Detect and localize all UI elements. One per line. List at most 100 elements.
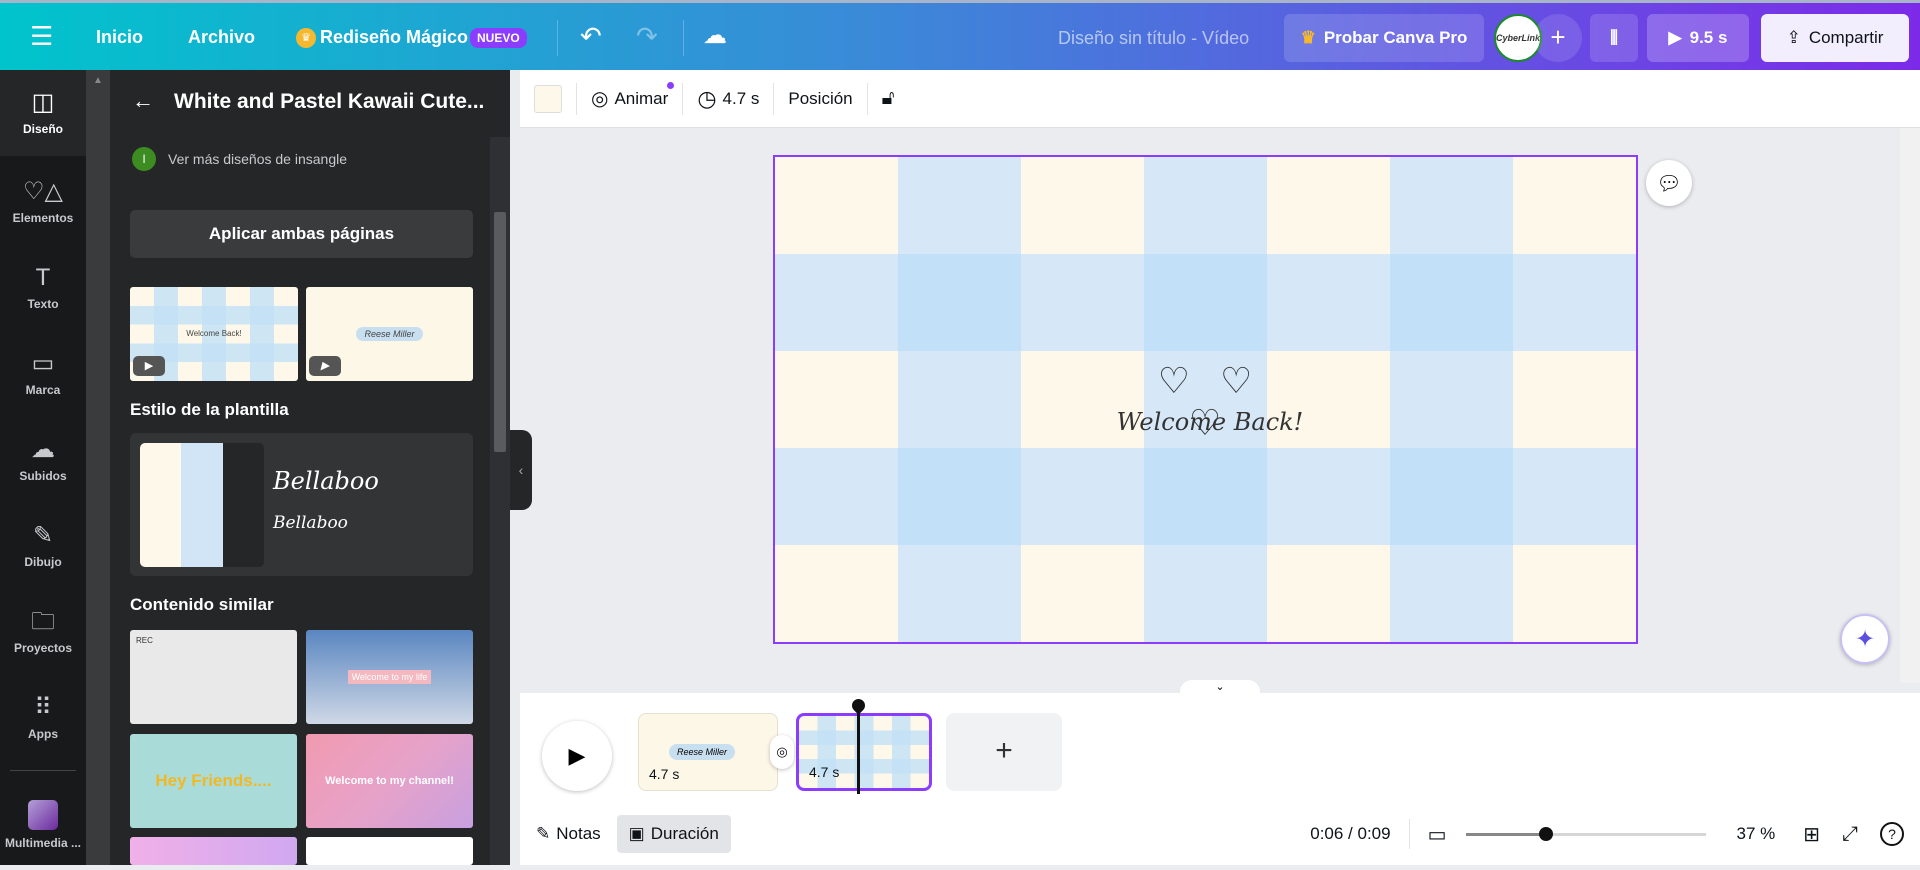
gingham-cell bbox=[1513, 157, 1636, 254]
rail-scrollbar[interactable]: ▲ bbox=[86, 70, 110, 865]
video-icon: ▶ bbox=[309, 356, 341, 376]
undo-icon[interactable]: ↶ bbox=[580, 21, 602, 52]
similar-template-2[interactable]: Welcome to my life bbox=[306, 630, 473, 724]
gingham-cell bbox=[1513, 448, 1636, 545]
shapes-icon: ♡△ bbox=[23, 178, 63, 205]
canvas-scrollbar[interactable] bbox=[1900, 128, 1920, 683]
author-link[interactable]: Ver más diseños de insangle bbox=[168, 151, 347, 167]
redo-icon[interactable]: ↷ bbox=[636, 21, 658, 52]
gingham-cell bbox=[1267, 545, 1390, 642]
crown-icon: ♛ bbox=[296, 28, 316, 48]
timeline-play-button[interactable]: ▶ bbox=[542, 721, 612, 791]
gingham-cell bbox=[1390, 351, 1513, 448]
gingham-cell bbox=[1021, 448, 1144, 545]
sidebar-item-elements[interactable]: ♡△ Elementos bbox=[0, 162, 86, 242]
gingham-cell bbox=[775, 254, 898, 351]
apply-both-pages-button[interactable]: Aplicar ambas páginas bbox=[130, 210, 473, 258]
video-icon: ▶ bbox=[133, 356, 165, 376]
lock-icon[interactable]: 🔓︎ bbox=[882, 87, 895, 110]
style-font-sample-large: Bellaboo bbox=[273, 467, 379, 495]
timeline-clip-1[interactable]: Reese Miller 4.7 s bbox=[638, 713, 778, 791]
share-button[interactable]: ⇪ Compartir bbox=[1761, 14, 1909, 62]
multimedia-icon bbox=[28, 800, 58, 830]
add-collaborator-button[interactable]: + bbox=[1534, 14, 1582, 62]
duration-button[interactable]: ◷ 4.7 s bbox=[697, 86, 759, 112]
template-style-card[interactable]: Bellaboo Bellaboo bbox=[130, 433, 473, 576]
try-pro-button[interactable]: ♛ Probar Canva Pro bbox=[1284, 14, 1484, 62]
similar-template-5[interactable] bbox=[130, 837, 297, 865]
playhead-marker-icon[interactable] bbox=[849, 696, 868, 715]
gingham-cell bbox=[1513, 254, 1636, 351]
play-button[interactable]: ▶ 9.5 s bbox=[1647, 14, 1749, 62]
timeline-clip-2[interactable]: 4.7 s bbox=[796, 713, 932, 791]
notes-button[interactable]: ✎ Notas bbox=[536, 824, 601, 844]
document-title[interactable]: Diseño sin título - Vídeo bbox=[1058, 28, 1249, 49]
gingham-cell bbox=[1267, 254, 1390, 351]
gingham-cell bbox=[1390, 448, 1513, 545]
file-menu[interactable]: Archivo bbox=[188, 27, 255, 48]
brand-icon: ▭ bbox=[31, 350, 55, 377]
template-page-thumb-1[interactable]: Welcome Back! ▶ bbox=[130, 287, 298, 381]
template-title: White and Pastel Kawaii Cute... bbox=[174, 90, 485, 113]
insights-button[interactable]: ⫼ bbox=[1590, 14, 1638, 62]
magic-redesign-button[interactable]: Rediseño Mágico bbox=[320, 27, 468, 48]
duration-toggle-button[interactable]: ▣ Duración bbox=[616, 815, 731, 853]
sidebar-item-text[interactable]: T Texto bbox=[0, 248, 86, 328]
add-page-button[interactable]: + bbox=[946, 713, 1062, 791]
style-heading: Estilo de la plantilla bbox=[130, 400, 289, 419]
canvas-title-text[interactable]: Welcome Back! bbox=[1080, 408, 1340, 436]
similar-template-1[interactable]: REC bbox=[130, 630, 297, 724]
template-page-thumb-2[interactable]: Reese Miller ▶ bbox=[306, 287, 473, 381]
video-frame-icon: ▣ bbox=[628, 824, 645, 843]
zoom-slider[interactable] bbox=[1466, 825, 1707, 843]
gingham-cell bbox=[898, 545, 1021, 642]
panel-scrollbar[interactable] bbox=[490, 137, 510, 865]
grid-view-icon[interactable]: ▭ bbox=[1428, 822, 1447, 847]
gingham-cell bbox=[775, 545, 898, 642]
author-avatar: I bbox=[132, 147, 156, 171]
home-link[interactable]: Inicio bbox=[96, 27, 143, 48]
hamburger-menu-icon[interactable]: ☰ bbox=[30, 21, 53, 52]
gingham-cell bbox=[1267, 157, 1390, 254]
play-icon: ▶ bbox=[1668, 28, 1682, 47]
gingham-cell bbox=[1513, 351, 1636, 448]
help-icon[interactable]: ? bbox=[1880, 822, 1904, 846]
sidebar-item-design[interactable]: ◫ Diseño bbox=[0, 70, 86, 156]
zoom-slider-knob[interactable] bbox=[1538, 827, 1553, 841]
time-readout: 0:06 / 0:09 bbox=[1310, 824, 1391, 843]
background-color-swatch[interactable] bbox=[534, 84, 562, 113]
pages-grid-icon[interactable]: ⊞ bbox=[1803, 822, 1820, 847]
template-panel: ← White and Pastel Kawaii Cute... I Ver … bbox=[110, 70, 510, 865]
transition-icon[interactable]: ◎ bbox=[770, 735, 794, 769]
similar-template-6[interactable] bbox=[306, 837, 473, 865]
fullscreen-icon[interactable]: ⤢ bbox=[1842, 823, 1858, 846]
sidebar-item-multimedia[interactable]: Multimedia ... bbox=[0, 780, 86, 870]
sidebar-item-apps[interactable]: ⠿ Apps bbox=[0, 678, 86, 758]
gingham-cell bbox=[1144, 545, 1267, 642]
similar-template-3[interactable]: Hey Friends.... bbox=[130, 734, 297, 828]
gingham-cell bbox=[1390, 254, 1513, 351]
add-comment-button[interactable]: 💬︎ bbox=[1646, 160, 1692, 206]
back-arrow-icon[interactable]: ← bbox=[132, 88, 154, 114]
layout-icon: ◫ bbox=[31, 89, 55, 116]
position-button[interactable]: Posición bbox=[788, 89, 852, 109]
playhead[interactable] bbox=[857, 710, 860, 794]
upload-icon: ☁ bbox=[31, 436, 55, 463]
sidebar-item-uploads[interactable]: ☁ Subidos bbox=[0, 420, 86, 500]
sidebar-item-draw[interactable]: ✎ Dibujo bbox=[0, 506, 86, 586]
sidebar-item-brand[interactable]: ▭ Marca bbox=[0, 334, 86, 414]
text-icon: T bbox=[35, 264, 51, 291]
collapse-panel-button[interactable]: ‹ bbox=[510, 430, 532, 510]
zoom-level[interactable]: 37 % bbox=[1736, 824, 1775, 844]
comment-icon: 💬︎ bbox=[1656, 172, 1682, 195]
magic-assistant-button[interactable]: ✦ bbox=[1840, 614, 1890, 664]
sidebar-item-projects[interactable]: 🗀 Proyectos bbox=[0, 592, 86, 672]
animate-button[interactable]: ◎ Animar bbox=[591, 82, 675, 111]
gingham-cell bbox=[1021, 545, 1144, 642]
gingham-cell bbox=[1021, 157, 1144, 254]
gingham-cell bbox=[775, 448, 898, 545]
cloud-saved-icon[interactable]: ☁ bbox=[703, 21, 727, 50]
top-bar: ☰ Inicio Archivo ♛ Rediseño Mágico NUEVO… bbox=[0, 0, 1920, 70]
similar-heading: Contenido similar bbox=[130, 595, 274, 614]
similar-template-4[interactable]: Welcome to my channel! bbox=[306, 734, 473, 828]
